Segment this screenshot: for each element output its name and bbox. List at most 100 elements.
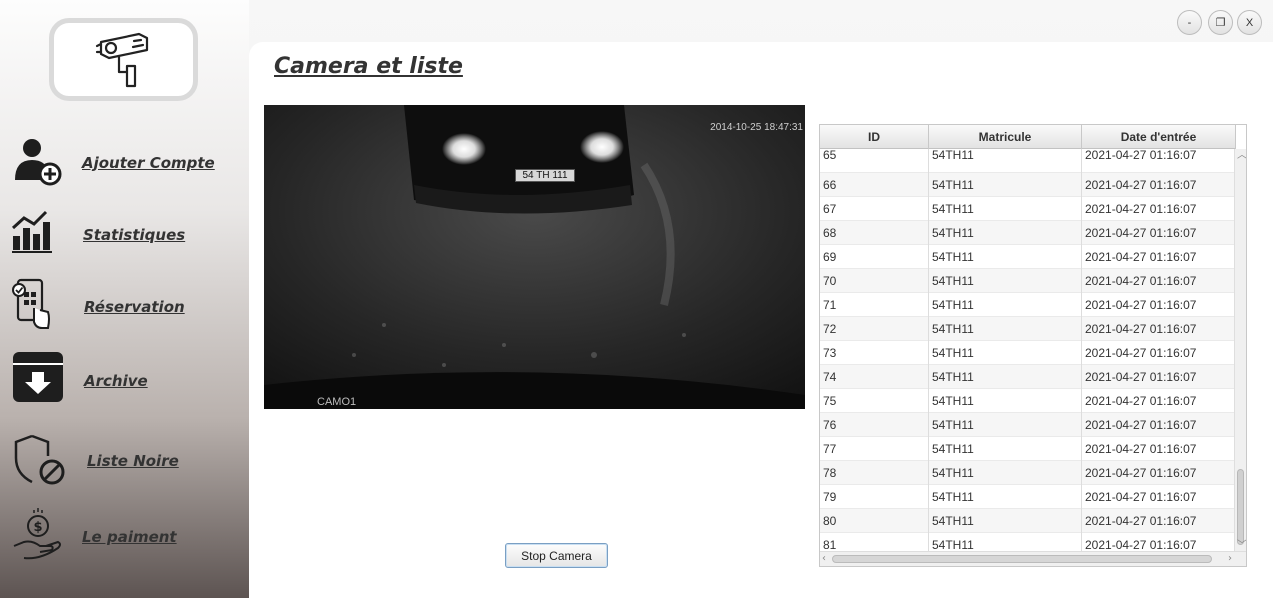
shield-blocked-icon	[14, 434, 65, 485]
sidebar-item-liste-noire[interactable]: Liste Noire	[10, 432, 240, 488]
sidebar-item-label: Réservation	[84, 298, 185, 316]
table-row[interactable]: 73 54TH11 2021-04-27 01:16:07	[820, 341, 1236, 365]
cell-date: 2021-04-27 01:16:07	[1082, 341, 1236, 365]
cell-date: 2021-04-27 01:16:07	[1082, 533, 1236, 553]
camera-image	[264, 105, 805, 409]
minimize-button[interactable]: -	[1177, 10, 1202, 35]
column-header-id[interactable]: ID	[820, 125, 929, 149]
table-row[interactable]: 77 54TH11 2021-04-27 01:16:07	[820, 437, 1236, 461]
table-row[interactable]: 68 54TH11 2021-04-27 01:16:07	[820, 221, 1236, 245]
scroll-right-icon[interactable]: ›	[1228, 554, 1232, 564]
cell-date: 2021-04-27 01:16:07	[1082, 461, 1236, 485]
cell-id: 71	[820, 293, 929, 317]
camera-feed: 54 TH 111 2014-10-25 18:47:31 CAMO1	[264, 105, 805, 409]
scroll-left-icon[interactable]: ‹	[822, 554, 826, 564]
cell-id: 69	[820, 245, 929, 269]
table-row[interactable]: 78 54TH11 2021-04-27 01:16:07	[820, 461, 1236, 485]
sidebar-item-label: Ajouter Compte	[82, 154, 215, 172]
sidebar-item-paiment[interactable]: $ Le paiment	[10, 508, 240, 564]
scroll-up-icon[interactable]: ︿	[1237, 151, 1246, 161]
cell-matricule: 54TH11	[929, 461, 1082, 485]
table-header: ID Matricule Date d'entrée	[820, 125, 1236, 149]
table-row[interactable]: 75 54TH11 2021-04-27 01:16:07	[820, 389, 1236, 413]
column-header-matricule[interactable]: Matricule	[929, 125, 1082, 149]
cell-matricule: 54TH11	[929, 413, 1082, 437]
cell-date: 2021-04-27 01:16:07	[1082, 221, 1236, 245]
cell-id: 81	[820, 533, 929, 553]
cell-id: 74	[820, 365, 929, 389]
phone-reservation-icon	[12, 278, 50, 329]
hand-money-icon: $	[13, 508, 61, 560]
table-row[interactable]: 69 54TH11 2021-04-27 01:16:07	[820, 245, 1236, 269]
cell-id: 77	[820, 437, 929, 461]
stop-camera-button[interactable]: Stop Camera	[505, 543, 608, 568]
sidebar-item-ajouter-compte[interactable]: Ajouter Compte	[10, 134, 240, 190]
archive-download-icon	[13, 352, 63, 402]
cell-matricule: 54TH11	[929, 245, 1082, 269]
cell-id: 79	[820, 485, 929, 509]
app-window: Ajouter Compte Statistiques Réservation …	[0, 0, 1273, 598]
cell-date: 2021-04-27 01:16:07	[1082, 197, 1236, 221]
cell-id: 72	[820, 317, 929, 341]
cell-matricule: 54TH11	[929, 365, 1082, 389]
security-camera-icon	[95, 32, 148, 87]
add-user-icon	[15, 139, 62, 186]
cell-date: 2021-04-27 01:16:07	[1082, 413, 1236, 437]
cell-id: 76	[820, 413, 929, 437]
scrollbar-thumb[interactable]	[1237, 469, 1244, 545]
scroll-down-icon[interactable]: ﹀	[1237, 541, 1246, 551]
table-row[interactable]: 79 54TH11 2021-04-27 01:16:07	[820, 485, 1236, 509]
sidebar: Ajouter Compte Statistiques Réservation …	[0, 0, 249, 598]
table-row[interactable]: 67 54TH11 2021-04-27 01:16:07	[820, 197, 1236, 221]
horizontal-scrollbar[interactable]: ‹ ›	[820, 551, 1246, 566]
cell-matricule: 54TH11	[929, 269, 1082, 293]
sidebar-item-archive[interactable]: Archive	[10, 352, 240, 408]
cell-date: 2021-04-27 01:16:07	[1082, 269, 1236, 293]
camera-label: CAMO1	[317, 396, 357, 408]
page-title: Camera et liste	[274, 54, 463, 79]
cell-matricule: 54TH11	[929, 173, 1082, 197]
cell-matricule: 54TH11	[929, 197, 1082, 221]
cell-matricule: 54TH11	[929, 293, 1082, 317]
sidebar-item-label: Statistiques	[83, 226, 186, 244]
maximize-button[interactable]: ❐	[1208, 10, 1233, 35]
table-row[interactable]: 65 54TH11 2021-04-27 01:16:07	[820, 149, 1236, 173]
sidebar-item-statistiques[interactable]: Statistiques	[10, 206, 240, 262]
table-row[interactable]: 70 54TH11 2021-04-27 01:16:07	[820, 269, 1236, 293]
cell-date: 2021-04-27 01:16:07	[1082, 389, 1236, 413]
close-button[interactable]: X	[1237, 10, 1262, 35]
vertical-scrollbar[interactable]: ︿ ﹀	[1234, 149, 1246, 553]
table-row[interactable]: 81 54TH11 2021-04-27 01:16:07	[820, 533, 1236, 553]
app-logo	[49, 18, 198, 101]
column-header-date[interactable]: Date d'entrée	[1082, 125, 1236, 149]
scrollbar-thumb[interactable]	[832, 555, 1212, 563]
cell-id: 68	[820, 221, 929, 245]
table-row[interactable]: 66 54TH11 2021-04-27 01:16:07	[820, 173, 1236, 197]
cell-date: 2021-04-27 01:16:07	[1082, 365, 1236, 389]
cell-id: 65	[820, 149, 929, 173]
cell-matricule: 54TH11	[929, 509, 1082, 533]
cell-date: 2021-04-27 01:16:07	[1082, 509, 1236, 533]
table-row[interactable]: 71 54TH11 2021-04-27 01:16:07	[820, 293, 1236, 317]
svg-text:$: $	[33, 520, 42, 535]
table-row[interactable]: 74 54TH11 2021-04-27 01:16:07	[820, 365, 1236, 389]
cell-id: 73	[820, 341, 929, 365]
camera-timestamp: 2014-10-25 18:47:31	[710, 122, 803, 133]
sidebar-item-reservation[interactable]: Réservation	[10, 278, 240, 334]
table-row[interactable]: 72 54TH11 2021-04-27 01:16:07	[820, 317, 1236, 341]
cell-date: 2021-04-27 01:16:07	[1082, 173, 1236, 197]
sidebar-item-label: Liste Noire	[87, 452, 179, 470]
cell-date: 2021-04-27 01:16:07	[1082, 317, 1236, 341]
cell-matricule: 54TH11	[929, 533, 1082, 553]
cell-matricule: 54TH11	[929, 341, 1082, 365]
license-plate: 54 TH 111	[515, 169, 575, 182]
table-row[interactable]: 80 54TH11 2021-04-27 01:16:07	[820, 509, 1236, 533]
table-row[interactable]: 76 54TH11 2021-04-27 01:16:07	[820, 413, 1236, 437]
bar-chart-icon	[11, 210, 52, 253]
cell-matricule: 54TH11	[929, 221, 1082, 245]
cell-matricule: 54TH11	[929, 485, 1082, 509]
cell-id: 75	[820, 389, 929, 413]
cell-id: 78	[820, 461, 929, 485]
cell-date: 2021-04-27 01:16:07	[1082, 437, 1236, 461]
cell-date: 2021-04-27 01:16:07	[1082, 149, 1236, 173]
